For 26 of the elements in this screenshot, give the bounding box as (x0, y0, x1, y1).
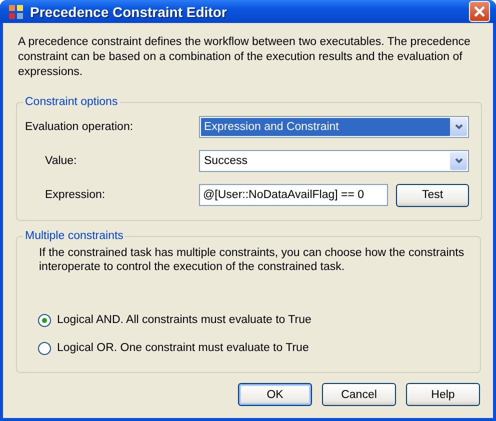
group-title: Constraint options (24, 96, 119, 108)
chevron-icon (454, 124, 462, 130)
dropdown[interactable]: Expression and Constraint (199, 116, 469, 138)
radio-option[interactable]: Logical AND. All constraints must evaluate to True (38, 306, 312, 334)
description-text: A precedence constraint defines the workflow between two executables. The precedence constraint can be based on a combination of the execution results and the evaluation of expressions. (18, 35, 472, 80)
dropdown-value: Expression and Constraint (201, 118, 450, 136)
dropdown-value: Success (203, 154, 248, 169)
dropdown-button[interactable] (450, 118, 467, 136)
dropdown[interactable]: Success (199, 150, 469, 172)
group-description: If the constrained task has multiple constraints, you can choose how the constraints interoperate to control the execution of the constrained task. (39, 246, 466, 274)
dialog-button[interactable]: Help (406, 383, 480, 406)
close-icon (474, 6, 485, 17)
dialog-button[interactable]: Cancel (322, 383, 396, 406)
group-title: Multiple constraints (24, 230, 124, 242)
app-icon (8, 4, 24, 20)
field-label: Evaluation operation: (25, 121, 134, 133)
field-label: Value: (44, 155, 78, 167)
dialog-button[interactable]: OK (238, 383, 312, 406)
test-button[interactable]: Test (396, 184, 469, 206)
radio-option[interactable]: Logical OR. One constraint must evaluate to True (38, 334, 309, 362)
field-label: Expression: (44, 189, 106, 201)
close-button[interactable] (469, 1, 490, 22)
window-title: Precedence Constraint Editor (30, 4, 228, 20)
expression-field[interactable]: @[User::NoDataAvailFlag] == 0 (199, 184, 388, 206)
chevron-icon (454, 158, 462, 164)
dropdown-button[interactable] (450, 152, 467, 170)
